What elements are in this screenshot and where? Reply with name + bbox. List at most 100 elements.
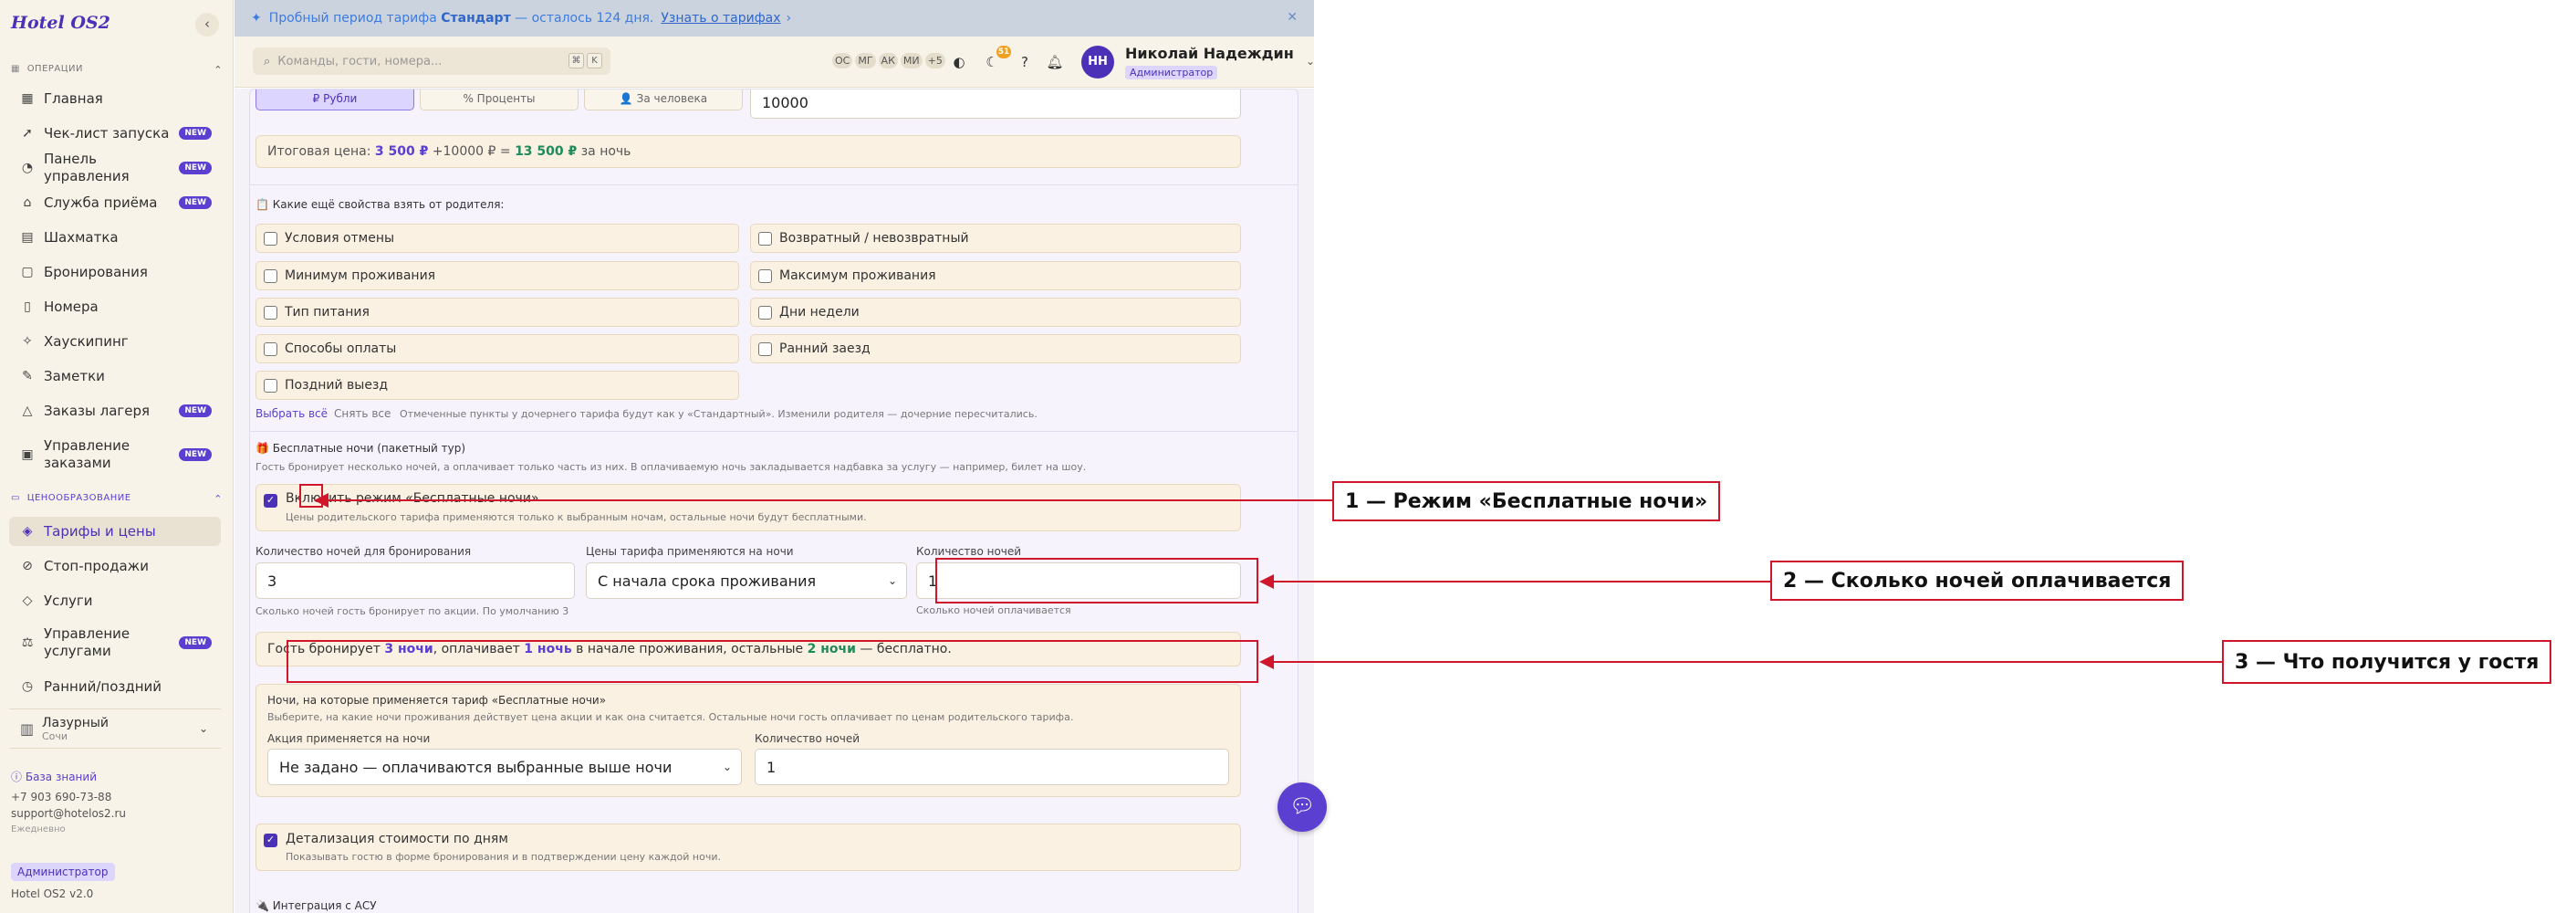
more-users-chip: +5	[924, 53, 945, 68]
support-phone[interactable]: +7 903 690-73-88	[11, 791, 111, 803]
new-badge: NEW	[179, 404, 212, 417]
tag-icon: ◈	[22, 524, 33, 539]
annotation-arrow-3-ext	[1314, 661, 2222, 663]
knowledge-base-link[interactable]: ⓘ База знаний	[11, 769, 97, 784]
plans-link[interactable]: Узнать о тарифах	[661, 11, 780, 26]
help-icon[interactable]: ?	[1014, 51, 1036, 73]
inherit-max-stay[interactable]: Максимум проживания	[750, 261, 1241, 290]
apply-nights-select[interactable]: С начала срока проживания ⌄	[586, 562, 907, 599]
chevron-up-icon: ⌃	[214, 493, 223, 505]
sidebar-item-order-management[interactable]: ▣ Управление заказами NEW	[9, 436, 221, 473]
sidebar-item-home[interactable]: ▦ Главная	[9, 84, 221, 113]
checkbox[interactable]	[758, 231, 772, 246]
annotation-arrow-1	[329, 499, 1332, 501]
checkbox[interactable]	[264, 268, 277, 283]
section-pricing[interactable]: ▭ ЦЕНООБРАЗОВАНИЕ ⌃	[11, 493, 223, 508]
total-suffix: за ночь	[580, 144, 631, 159]
inherit-min-stay[interactable]: Минимум проживания	[256, 261, 739, 290]
trial-suffix: — осталось 124 дня.	[515, 11, 654, 26]
sidebar-item-rates[interactable]: ◈ Тарифы и цены	[9, 517, 221, 546]
nights-count-input[interactable]: 3	[256, 562, 575, 599]
checkbox[interactable]	[758, 268, 772, 283]
command-search-input[interactable]: ⌕ Команды, гости, номера... ⌘ K	[253, 47, 610, 75]
checkbox[interactable]	[264, 378, 277, 393]
bell-icon[interactable]: 🔔︎	[1044, 51, 1066, 73]
daily-breakdown-card[interactable]: ✓ Детализация стоимости по дням Показыва…	[256, 824, 1241, 871]
inherit-early-checkin[interactable]: Ранний заезд	[750, 334, 1241, 363]
user-chip: АК	[878, 53, 898, 68]
sidebar-item-services[interactable]: ◇ Услуги	[9, 586, 221, 615]
chevron-down-icon[interactable]: ⌄	[1306, 55, 1315, 68]
sidebar-item-stop-sales[interactable]: ⊘ Стоп-продажи	[9, 551, 221, 581]
sidebar-item-service-management[interactable]: ⚖ Управление услугами NEW	[9, 624, 221, 661]
close-icon[interactable]: ✕	[1287, 10, 1298, 25]
select-all-link[interactable]: Выбрать всё	[256, 407, 328, 420]
promo-apply-select[interactable]: Не задано — оплачиваются выбранные выше …	[267, 749, 742, 785]
sidebar-item-launch-checklist[interactable]: ➚ Чек-лист запуска NEW	[9, 119, 221, 148]
price-mode-per-person[interactable]: 👤 За человека	[584, 89, 743, 110]
hotel-switcher[interactable]: ▥ Лазурный Сочи ⌄	[9, 708, 221, 749]
section-operations[interactable]: ▦ ОПЕРАЦИИ ⌃	[11, 64, 223, 79]
chevron-right-icon: ›	[786, 11, 792, 26]
palette-icon[interactable]: ◐	[948, 51, 970, 73]
sidebar-item-label: Управление услугами	[44, 625, 130, 659]
price-mode-rubles[interactable]: ₽ Рубли	[256, 89, 414, 110]
divider	[250, 431, 1298, 432]
search-placeholder: Команды, гости, номера...	[277, 54, 443, 68]
price-amount-value: 10000	[762, 93, 808, 111]
inherit-cancellation[interactable]: Условия отмены	[256, 224, 739, 253]
sidebar-item-housekeeping[interactable]: ✧ Хаускипинг	[9, 327, 221, 356]
total-base: 3 500 ₽	[374, 144, 429, 159]
sidebar-item-camp-orders[interactable]: △ Заказы лагеря NEW	[9, 396, 221, 425]
checkbox[interactable]	[264, 305, 277, 320]
promo-count-input[interactable]: 1	[755, 749, 1229, 785]
sidebar-item-label: Тарифы и цены	[44, 522, 156, 540]
chevron-down-icon: ⌄	[887, 574, 897, 587]
bell-icon: ⌂	[23, 195, 32, 210]
sidebar-item-front-desk[interactable]: ⌂ Служба приёма NEW	[9, 188, 221, 217]
inherit-late-checkout[interactable]: Поздний выезд	[256, 371, 739, 400]
total-plus: +10000 ₽ =	[432, 144, 511, 159]
role-badge: Администратор	[11, 863, 115, 881]
free-nights-checkbox[interactable]: ✓	[264, 494, 277, 508]
nights-count-label: Количество ночей для бронирования	[256, 545, 472, 558]
chat-button[interactable]: 💬︎	[1278, 782, 1327, 832]
online-users[interactable]: ОС МГ АК МИ +5	[832, 53, 945, 68]
inherit-payment-methods[interactable]: Способы оплаты	[256, 334, 739, 363]
price-amount-input[interactable]: 10000	[750, 89, 1241, 119]
sidebar-item-rooms[interactable]: ▯ Номера	[9, 292, 221, 321]
free-nights-toggle-card[interactable]: ✓ Включить режим «Бесплатные ночи» Цены …	[256, 484, 1241, 531]
checkbox[interactable]	[758, 341, 772, 356]
annotation-highlight-2	[935, 558, 1258, 603]
section-label: ЦЕНООБРАЗОВАНИЕ	[26, 493, 131, 503]
sidebar-item-dashboard[interactable]: ◔ Панель управления NEW	[9, 151, 221, 184]
clear-all-link[interactable]: Снять все	[334, 407, 391, 420]
top-bar: ⌕ Команды, гости, номера... ⌘ K ОС МГ АК…	[235, 37, 1315, 88]
avatar[interactable]: НН	[1081, 46, 1114, 79]
option-label: Поздний выезд	[285, 378, 389, 393]
support-email[interactable]: support@hotelos2.ru	[11, 807, 126, 820]
sidebar-item-label: Заказы лагеря	[44, 402, 151, 419]
paid-nights-hint: Сколько ночей оплачивается	[916, 604, 1071, 616]
sidebar-item-bookings[interactable]: ▢ Бронирования	[9, 257, 221, 287]
option-label: Минимум проживания	[285, 268, 436, 283]
sidebar-item-label: Ранний/поздний	[44, 677, 162, 695]
checkbox[interactable]	[264, 341, 277, 356]
app-logo[interactable]: Hotel OS2	[11, 13, 110, 33]
inherit-weekdays[interactable]: Дни недели	[750, 298, 1241, 327]
user-name[interactable]: Николай Надеждин	[1125, 45, 1294, 62]
daily-breakdown-checkbox[interactable]: ✓	[264, 834, 277, 847]
sidebar-item-early-late[interactable]: ◷ Ранний/поздний	[9, 673, 221, 700]
sidebar-item-label: Служба приёма	[44, 194, 158, 211]
inherit-refundable[interactable]: Возвратный / невозвратный	[750, 224, 1241, 253]
sidebar-item-notes[interactable]: ✎ Заметки	[9, 362, 221, 391]
checkbox[interactable]	[264, 231, 277, 246]
price-mode-percent[interactable]: % Проценты	[420, 89, 579, 110]
collapse-sidebar-icon[interactable]: ‹	[195, 13, 219, 37]
sidebar: Hotel OS2 ‹ ▦ ОПЕРАЦИИ ⌃ ▦ Главная ➚ Чек…	[0, 0, 234, 913]
inherit-meal-type[interactable]: Тип питания	[256, 298, 739, 327]
free-nights-title: 🎁 Бесплатные ночи (пакетный тур)	[256, 442, 466, 455]
sparkle-icon: ✦	[251, 11, 262, 26]
sidebar-item-chessboard[interactable]: ▤ Шахматка	[9, 223, 221, 252]
checkbox[interactable]	[758, 305, 772, 320]
